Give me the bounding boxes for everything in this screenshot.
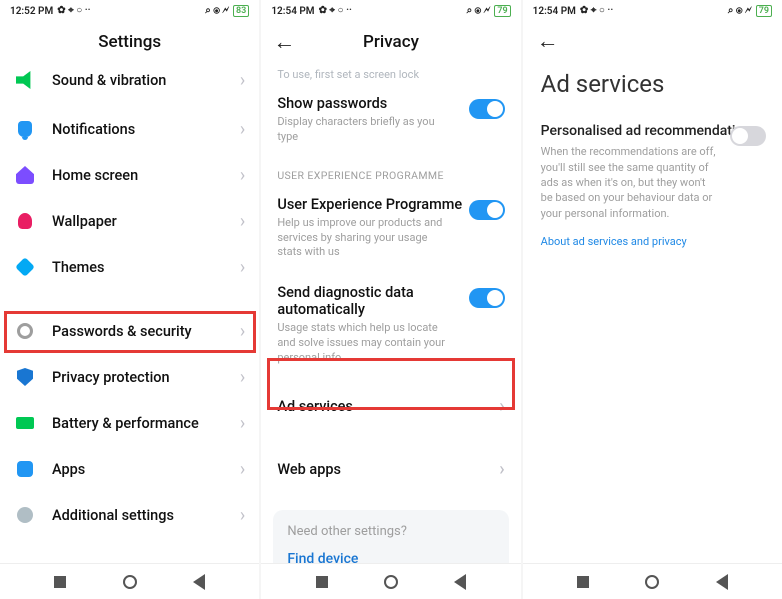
page-header: ← Privacy — [261, 22, 520, 62]
status-bar: 12:54 PM ✿ ⌖ ○ ·· ⌕ ⦿ 🗲 79 — [523, 0, 782, 22]
setting-show-passwords[interactable]: Show passwords Display characters briefl… — [261, 85, 520, 159]
nav-recents[interactable] — [313, 573, 331, 591]
battery-indicator: 83 — [233, 5, 249, 17]
find-device-link[interactable]: Find device — [287, 551, 494, 563]
chevron-right-icon: › — [240, 459, 245, 480]
setting-diagnostic[interactable]: Send diagnostic data automatically Usage… — [261, 274, 520, 380]
row-web-apps[interactable]: Web apps › — [261, 443, 520, 496]
nav-home[interactable] — [121, 573, 139, 591]
chevron-right-icon: › — [499, 459, 504, 480]
status-right-icons: ⌕ ⦿ 🗲 — [467, 6, 491, 16]
nav-home[interactable] — [382, 573, 400, 591]
item-themes[interactable]: Themes › — [0, 244, 259, 290]
phone-privacy: 12:54 PM ✿ ⌖ ○ ·· ⌕ ⦿ 🗲 79 ← Privacy To … — [261, 0, 520, 599]
apps-icon — [14, 458, 36, 480]
item-wallpaper[interactable]: Wallpaper › — [0, 198, 259, 244]
themes-icon — [14, 256, 36, 278]
shield-icon — [14, 366, 36, 388]
item-sound[interactable]: Sound & vibration › — [0, 62, 259, 106]
nav-back[interactable] — [713, 573, 731, 591]
privacy-content[interactable]: To use, first set a screen lock Show pas… — [261, 62, 520, 563]
nav-bar — [523, 563, 782, 599]
toggle-diagnostic[interactable] — [469, 288, 505, 308]
bell-icon — [14, 118, 36, 140]
status-bar: 12:54 PM ✿ ⌖ ○ ·· ⌕ ⦿ 🗲 79 — [261, 0, 520, 22]
key-icon — [14, 320, 36, 342]
toggle-personalised-ads[interactable] — [730, 126, 766, 146]
item-wellbeing[interactable]: Digital Wellbeing & parental controls › — [0, 556, 259, 563]
battery-indicator: 79 — [494, 5, 510, 17]
header-bar: ← — [523, 22, 782, 56]
other-settings-card: Need other settings? Find device — [273, 510, 508, 563]
nav-home[interactable] — [643, 573, 661, 591]
status-time: 12:54 PM — [271, 6, 314, 17]
ad-services-content: Ad services Personalised ad recommendati… — [523, 56, 782, 563]
chevron-right-icon: › — [240, 119, 245, 140]
chevron-right-icon: › — [240, 257, 245, 278]
status-time: 12:54 PM — [533, 6, 576, 17]
chevron-right-icon: › — [240, 367, 245, 388]
back-button[interactable]: ← — [273, 29, 295, 55]
status-time: 12:52 PM — [10, 6, 53, 17]
status-right-icons: ⌕ ⦿ 🗲 — [205, 6, 229, 16]
nav-back[interactable] — [451, 573, 469, 591]
chevron-right-icon: › — [499, 396, 504, 417]
setting-uep[interactable]: User Experience Programme Help us improv… — [261, 186, 520, 275]
home-icon — [14, 164, 36, 186]
chevron-right-icon: › — [240, 70, 245, 91]
toggle-uep[interactable] — [469, 200, 505, 220]
back-button[interactable]: ← — [537, 28, 559, 54]
toggle-show-passwords[interactable] — [469, 99, 505, 119]
lock-hint: To use, first set a screen lock — [261, 62, 520, 85]
chevron-right-icon: › — [240, 413, 245, 434]
item-battery[interactable]: Battery & performance › — [0, 400, 259, 446]
phone-settings: 12:52 PM ✿ ⌖ ○ ·· ⌕ ⦿ 🗲 83 Settings Soun… — [0, 0, 259, 599]
page-title: Settings — [0, 22, 259, 62]
row-ad-services[interactable]: Ad services › — [261, 380, 520, 433]
item-notifications[interactable]: Notifications › — [0, 106, 259, 152]
card-question: Need other settings? — [287, 524, 494, 539]
nav-bar — [261, 563, 520, 599]
chevron-right-icon: › — [240, 505, 245, 526]
nav-bar — [0, 563, 259, 599]
more-icon — [14, 504, 36, 526]
status-left-icons: ✿ ⌖ ○ ·· — [319, 6, 352, 16]
nav-back[interactable] — [190, 573, 208, 591]
item-apps[interactable]: Apps › — [0, 446, 259, 492]
status-left-icons: ✿ ⌖ ○ ·· — [57, 6, 90, 16]
chevron-right-icon: › — [240, 321, 245, 342]
item-additional[interactable]: Additional settings › — [0, 492, 259, 538]
status-bar: 12:52 PM ✿ ⌖ ○ ·· ⌕ ⦿ 🗲 83 — [0, 0, 259, 22]
phone-ad-services: 12:54 PM ✿ ⌖ ○ ·· ⌕ ⦿ 🗲 79 ← Ad services… — [523, 0, 782, 599]
battery-indicator: 79 — [756, 5, 772, 17]
chevron-right-icon: › — [240, 165, 245, 186]
item-passwords[interactable]: Passwords & security › — [0, 308, 259, 354]
wallpaper-icon — [14, 210, 36, 232]
about-ad-services-link[interactable]: About ad services and privacy — [523, 221, 782, 262]
section-header-uep: USER EXPERIENCE PROGRAMME — [261, 159, 520, 186]
page-title: Ad services — [523, 56, 782, 104]
battery-icon — [14, 412, 36, 434]
nav-recents[interactable] — [574, 573, 592, 591]
status-right-icons: ⌕ ⦿ 🗲 — [728, 6, 752, 16]
item-homescreen[interactable]: Home screen › — [0, 152, 259, 198]
item-privacy[interactable]: Privacy protection › — [0, 354, 259, 400]
chevron-right-icon: › — [240, 211, 245, 232]
nav-recents[interactable] — [51, 573, 69, 591]
setting-personalised-ads[interactable]: Personalised ad recommendations When the… — [523, 104, 782, 221]
page-title: Privacy — [363, 32, 419, 52]
status-left-icons: ✿ ⌖ ○ ·· — [580, 6, 613, 16]
speaker-icon — [14, 69, 36, 91]
settings-list[interactable]: Sound & vibration › Notifications › Home… — [0, 62, 259, 563]
